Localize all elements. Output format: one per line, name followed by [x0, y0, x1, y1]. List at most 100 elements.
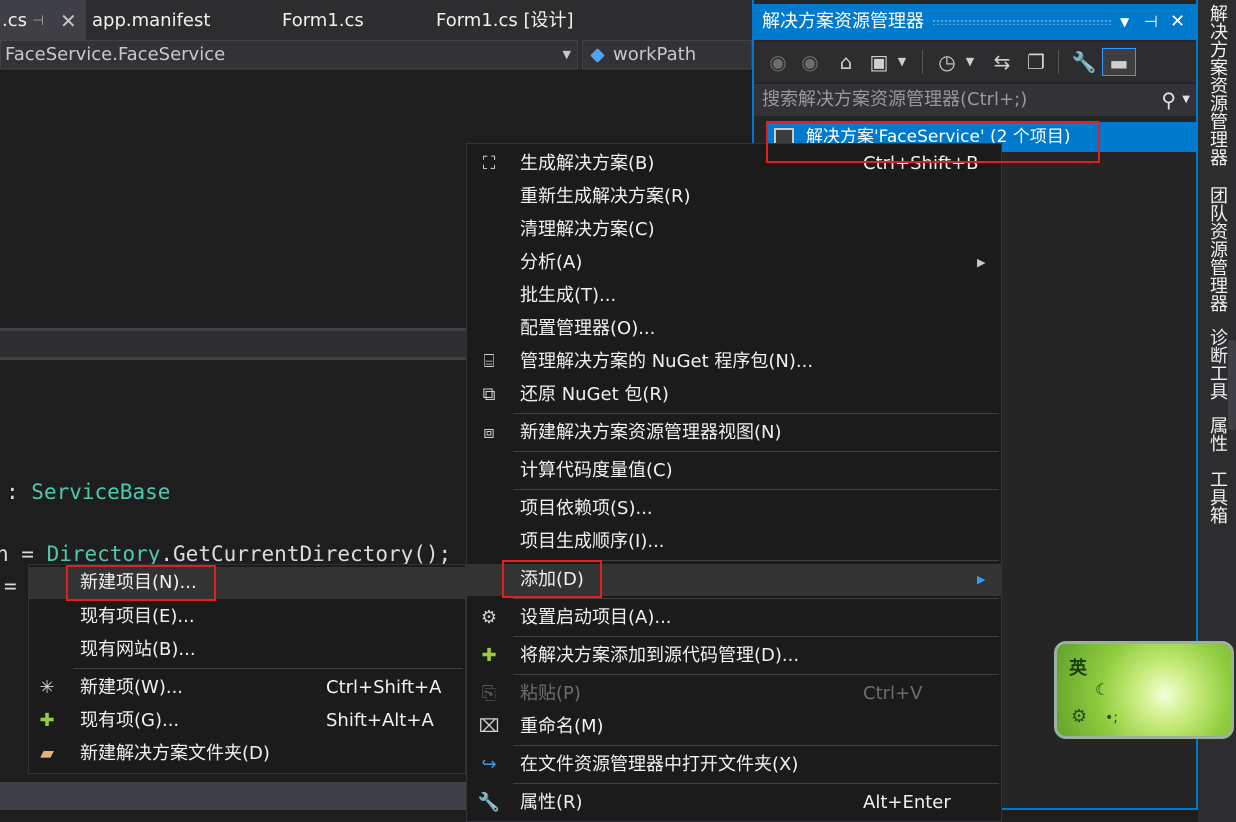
submenu-item-new-item[interactable]: ✳ 新建项(W)... Ctrl+Shift+A	[29, 672, 465, 704]
build-icon: ⛶	[482, 153, 496, 174]
submenu-item-existing-project[interactable]: 现有项目(E)...	[29, 601, 465, 633]
code-call: .GetCurrentDirectory();	[160, 542, 452, 566]
pending-changes-icon[interactable]: ◷	[934, 48, 960, 76]
menu-item-new-explorer-view[interactable]: ⧈ 新建解决方案资源管理器视图(N)	[467, 417, 1001, 449]
menu-item-set-startup[interactable]: ⚙ 设置启动项目(A)...	[467, 602, 1001, 634]
ime-mode-indicator[interactable]: 英	[1069, 654, 1087, 680]
editor-tab-bar: .cs ⊣ ✕ app.manifest Form1.cs Form1.cs […	[0, 0, 752, 40]
sync-view-icon[interactable]: ▣	[866, 48, 892, 76]
code-line-base-class: : ServiceBase	[6, 480, 170, 504]
side-tab-team-explorer[interactable]: 团队资源管理器	[1198, 186, 1236, 312]
menu-label: 现有项(G)...	[80, 710, 180, 731]
toolbar-separator	[922, 50, 923, 74]
new-view-icon: ⧈	[483, 422, 495, 443]
submenu-item-existing-website[interactable]: 现有网站(B)...	[29, 634, 465, 666]
forward-icon[interactable]: ◉	[798, 48, 822, 76]
preview-selected-icon[interactable]: ▬	[1102, 48, 1136, 76]
code-line-assign: =	[4, 574, 17, 598]
menu-label: 设置启动项目(A)...	[520, 607, 672, 628]
member-dropdown[interactable]: workPath	[582, 40, 752, 69]
menu-separator	[513, 489, 999, 490]
tab-active-cs[interactable]: .cs ⊣ ✕	[0, 0, 86, 40]
menu-label: 将解决方案添加到源代码管理(D)...	[520, 645, 800, 666]
menu-item-project-dependencies[interactable]: 项目依赖项(S)...	[467, 493, 1001, 525]
menu-label: 还原 NuGet 包(R)	[520, 384, 669, 405]
menu-label: 配置管理器(O)...	[520, 318, 656, 339]
wrench-icon: 🔧	[477, 792, 501, 813]
submenu-item-existing-item[interactable]: ✚ 现有项(G)... Shift+Alt+A	[29, 705, 465, 737]
search-icon[interactable]: ⚲	[1161, 84, 1176, 116]
chevron-down-icon[interactable]: ▼	[1182, 84, 1190, 116]
panel-title: 解决方案资源管理器	[762, 11, 924, 32]
menu-item-rebuild-solution[interactable]: 重新生成解决方案(R)	[467, 181, 1001, 213]
menu-label: 清理解决方案(C)	[520, 219, 655, 240]
toolbar-separator	[1058, 50, 1059, 74]
menu-label: 项目生成顺序(I)...	[520, 531, 665, 552]
menu-item-build-order[interactable]: 项目生成顺序(I)...	[467, 526, 1001, 558]
back-icon[interactable]: ◉	[766, 48, 790, 76]
close-icon[interactable]: ✕	[60, 0, 77, 42]
nuget-icon: ⌸	[483, 351, 495, 372]
side-tab-toolbox[interactable]: 工具箱	[1198, 470, 1236, 524]
new-item-icon: ✳	[39, 677, 55, 698]
menu-label: 重命名(M)	[520, 716, 604, 737]
menu-label: 管理解决方案的 NuGet 程序包(N)...	[520, 351, 814, 372]
menu-label: 分析(A)	[520, 252, 583, 273]
menu-item-add-to-source-control[interactable]: ✚ 将解决方案添加到源代码管理(D)...	[467, 640, 1001, 672]
pin-icon[interactable]: ⊣	[32, 0, 44, 42]
menu-item-code-metrics[interactable]: 计算代码度量值(C)	[467, 455, 1001, 487]
menu-label: 现有项目(E)...	[80, 606, 195, 627]
solution-explorer-search[interactable]: 搜索解决方案资源管理器(Ctrl+;) ⚲ ▼	[754, 84, 1196, 116]
home-icon[interactable]: ⌂	[832, 48, 860, 76]
menu-item-properties[interactable]: 🔧 属性(R) Alt+Enter	[467, 787, 1001, 819]
ime-toolbar[interactable]: 英 ☾ ⚙ •;	[1054, 641, 1234, 739]
scrollbar[interactable]	[1228, 340, 1236, 430]
menu-label: 粘贴(P)	[520, 683, 581, 704]
pin-icon[interactable]: ⊣	[1144, 4, 1158, 40]
menu-separator	[513, 783, 999, 784]
collapse-all-icon[interactable]: ❐	[1022, 48, 1050, 76]
side-tab-solution-explorer[interactable]: 解决方案资源管理器	[1198, 4, 1236, 166]
tab-form1-designer[interactable]: Form1.cs [设计]	[436, 0, 574, 40]
code-colon: :	[6, 480, 32, 504]
field-icon	[590, 48, 605, 63]
menu-item-clean-solution[interactable]: 清理解决方案(C)	[467, 214, 1001, 246]
wrench-icon[interactable]: 🔧	[1070, 48, 1098, 76]
submenu-item-new-solution-folder[interactable]: ▰ 新建解决方案文件夹(D)	[29, 738, 465, 770]
new-folder-icon: ▰	[40, 743, 54, 764]
menu-separator	[73, 668, 463, 669]
menu-label: 新建项(W)...	[80, 677, 184, 698]
highlight-add-item	[502, 560, 602, 598]
menu-item-manage-nuget[interactable]: ⌸ 管理解决方案的 NuGet 程序包(N)...	[467, 346, 1001, 378]
gear-icon[interactable]: ⚙	[1071, 706, 1087, 727]
chevron-down-icon[interactable]: ▼	[962, 48, 978, 76]
restore-icon: ⧉	[482, 384, 496, 405]
menu-separator	[513, 745, 999, 746]
menu-item-open-in-explorer[interactable]: ↪ 在文件资源管理器中打开文件夹(X)	[467, 749, 1001, 781]
punctuation-icon[interactable]: •;	[1105, 710, 1118, 726]
window-position-icon[interactable]: ▼	[1120, 4, 1129, 40]
chevron-down-icon: ▼	[562, 48, 571, 61]
menu-item-batch-build[interactable]: 批生成(T)...	[467, 280, 1001, 312]
tab-app-manifest[interactable]: app.manifest	[92, 0, 210, 40]
member-dropdown-value: workPath	[613, 44, 697, 65]
search-input[interactable]: 搜索解决方案资源管理器(Ctrl+;)	[762, 89, 1027, 110]
menu-item-rename[interactable]: ⌧ 重命名(M)	[467, 711, 1001, 743]
solution-explorer-toolbar: ◉ ◉ ⌂ ▣ ▼ ◷ ▼ ⇆ ❐ 🔧 ▬	[754, 42, 1196, 82]
editor-splitter[interactable]	[0, 328, 470, 360]
menu-shortcut: Alt+Enter	[863, 792, 951, 813]
drag-grip[interactable]	[932, 19, 1112, 25]
class-dropdown[interactable]: FaceService.FaceService ▼	[0, 40, 578, 69]
menu-item-restore-nuget[interactable]: ⧉ 还原 NuGet 包(R)	[467, 379, 1001, 411]
menu-separator	[513, 598, 999, 599]
menu-item-configuration-manager[interactable]: 配置管理器(O)...	[467, 313, 1001, 345]
tab-form1-cs[interactable]: Form1.cs	[282, 0, 364, 40]
open-folder-icon: ↪	[481, 754, 497, 775]
close-icon[interactable]: ✕	[1170, 4, 1185, 40]
menu-label: 批生成(T)...	[520, 285, 617, 306]
menu-item-analyze[interactable]: 分析(A) ▶	[467, 247, 1001, 279]
chevron-down-icon[interactable]: ▼	[894, 48, 910, 76]
moon-icon[interactable]: ☾	[1095, 680, 1109, 699]
refresh-icon[interactable]: ⇆	[988, 48, 1016, 76]
submenu-arrow-icon: ▶	[977, 256, 986, 269]
